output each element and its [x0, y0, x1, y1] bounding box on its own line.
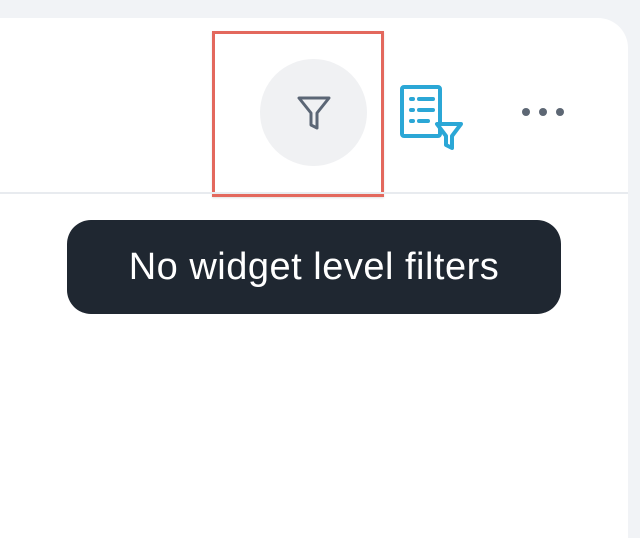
widget-filter-button[interactable] — [260, 59, 367, 166]
list-filter-button[interactable] — [397, 85, 467, 155]
funnel-icon — [297, 96, 330, 129]
widget-card-header — [0, 18, 628, 197]
widget-filter-tooltip: No widget level filters — [67, 220, 561, 314]
list-filter-icon — [400, 85, 463, 150]
header-divider — [0, 192, 628, 194]
more-horizontal-icon — [522, 108, 564, 116]
page: No widget level filters — [0, 0, 640, 538]
more-options-button[interactable] — [515, 97, 571, 127]
